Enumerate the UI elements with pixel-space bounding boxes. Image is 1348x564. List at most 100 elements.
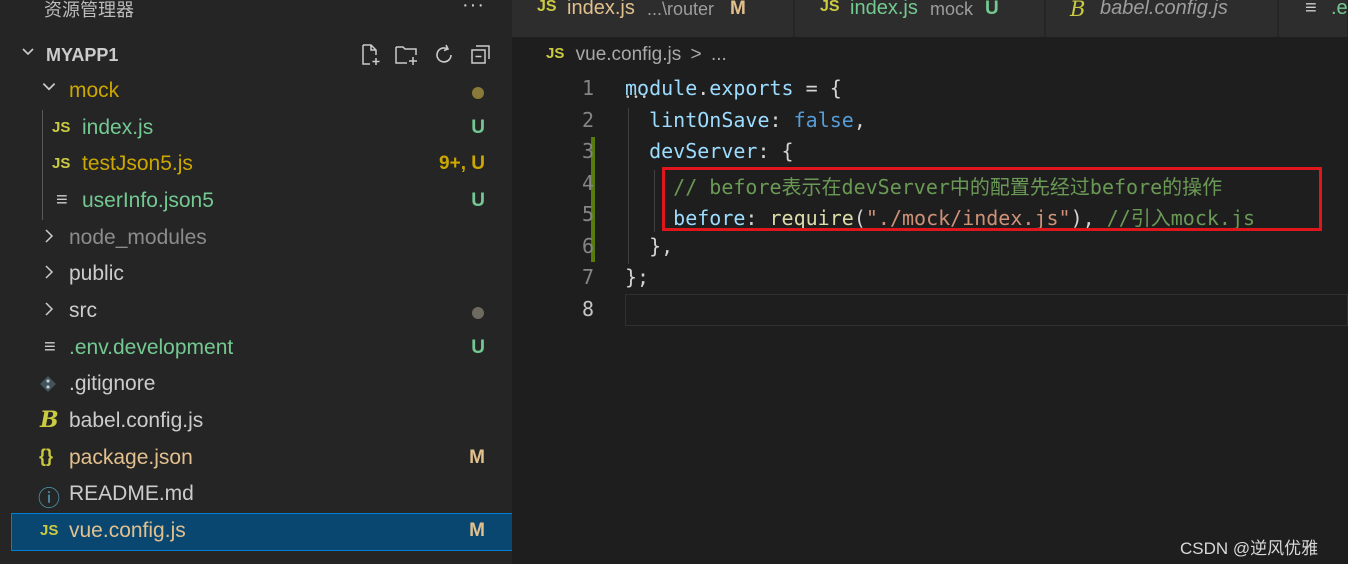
code-line[interactable]: module.exports = { [625,76,842,100]
babel-icon: B [40,407,59,433]
js-file-icon: JS [52,119,71,136]
git-status-badge: U [471,337,485,358]
line-number: 8 [581,296,594,321]
tree-item-label: .env.development [69,336,234,359]
chevron-right-icon [42,263,56,285]
code-token: module [625,76,698,100]
text-file-icon: ≡ [44,336,56,358]
tree-file-babel-config[interactable]: B babel.config.js [12,404,512,440]
git-status-badge: U [471,117,485,138]
breadcrumb-more[interactable]: ... [711,44,727,65]
new-file-icon[interactable] [356,41,384,69]
js-file-icon: JS [820,0,840,15]
text-file-icon: ≡ [56,189,68,211]
project-header[interactable]: MYAPP1 [0,38,512,72]
tab-env[interactable]: ≡ .e [1279,0,1348,37]
git-status-badge: M [469,447,485,468]
tab-label: babel.config.js [1100,0,1228,19]
line-number: 5 [581,202,594,226]
tab-label: index.js [850,0,918,19]
tree-item-label: userInfo.json5 [82,189,214,212]
line-number: 4 [581,170,594,195]
refresh-icon[interactable] [430,41,458,69]
line-number: 6 [581,233,594,258]
code-line[interactable]: devServer: { [625,139,794,163]
annotation-highlight-box [662,167,1322,231]
tab-path: ...\router [647,0,715,19]
code-token: : [769,107,794,132]
js-file-icon: JS [546,45,565,62]
line-number: 2 [581,107,594,132]
code-token: : { [757,139,794,163]
breadcrumb-file[interactable]: vue.config.js [576,44,682,65]
tree-folder-mock[interactable]: mock [12,74,512,110]
js-file-icon: JS [537,0,557,15]
tree-folder-node-modules[interactable]: node_modules [12,221,512,257]
tree-item-label: mock [69,79,120,102]
tree-file-index-js[interactable]: JS index.js U [12,111,512,147]
tree-item-label: babel.config.js [69,409,204,432]
tree-item-label: package.json [69,446,193,469]
tab-babel-config[interactable]: B babel.config.js [1046,0,1278,37]
info-icon: ⓘ [38,486,61,511]
code-token: }; [625,265,650,289]
code-token: . [697,76,710,100]
code-line[interactable]: }, [625,234,673,258]
git-status-badge: U [471,190,485,211]
tree-file-readme[interactable]: ⓘ README.md [12,477,512,513]
git-icon [39,375,57,397]
tab-index-js-router[interactable]: JS index.js ...\router M [512,0,794,37]
tree-item-label: .gitignore [69,372,156,395]
tree-file-gitignore[interactable]: .gitignore [12,367,512,403]
watermark: CSDN @逆风优雅 [1180,539,1319,558]
code-token: , [853,107,866,132]
tab-status: U [985,0,999,19]
editor-tab-bar: JS index.js ...\router M JS index.js moc… [512,0,1348,37]
tree-item-label: src [69,299,97,322]
git-status-badge: M [469,520,485,541]
collapse-all-icon[interactable] [467,41,495,69]
new-folder-icon[interactable] [393,41,421,69]
modified-dot [472,87,484,99]
tree-item-label: README.md [69,482,194,505]
line-number: 3 [581,139,594,163]
tab-label: .e [1331,0,1348,19]
tree-item-label: node_modules [69,226,207,249]
chevron-down-icon [20,44,36,65]
project-name: MYAPP1 [46,45,119,65]
chevron-right-icon [42,300,56,322]
more-actions-icon[interactable]: ··· [462,0,485,17]
modified-dot [472,307,484,319]
tree-item-label: index.js [82,116,154,139]
code-line[interactable]: }; [625,265,649,289]
tab-index-js-mock[interactable]: JS index.js mock U [795,0,1045,37]
code-token: = { [793,76,842,100]
tree-item-label: vue.config.js [69,519,186,542]
tab-status: M [730,0,746,19]
tree-item-label: testJson5.js [82,152,193,175]
code-line[interactable]: lintOnSave: false, [625,108,866,132]
code-token: }, [649,233,674,258]
code-editor[interactable]: 1 module.exports = {2 lintOnSave: false, 3… [512,72,1348,564]
tree-file-vue-config[interactable]: JS vue.config.js M [11,513,512,551]
tree-file-testjson5-js[interactable]: JS testJson5.js 9+, U [12,147,512,183]
js-file-icon: JS [52,155,71,172]
code-token: lintOnSave [649,107,770,132]
line-number: 7 [581,265,594,289]
tree-file-env-development[interactable]: ≡ .env.development U [12,331,512,367]
tab-label: index.js [567,0,635,19]
text-file-icon: ≡ [1305,0,1317,19]
tree-file-userinfo-json5[interactable]: ≡ userInfo.json5 U [12,184,512,220]
breadcrumb-separator: > [690,44,702,65]
js-file-icon: JS [40,522,59,539]
tree-folder-public[interactable]: public [12,257,512,293]
chevron-right-icon [42,227,56,249]
tree-folder-src[interactable]: src [12,294,512,330]
tree-item-label: public [69,262,124,285]
tree-file-package-json[interactable]: {} package.json M [12,441,512,477]
code-token: exports [709,76,794,100]
explorer-title: 资源管理器 [44,0,134,20]
babel-icon: B [1070,0,1086,21]
